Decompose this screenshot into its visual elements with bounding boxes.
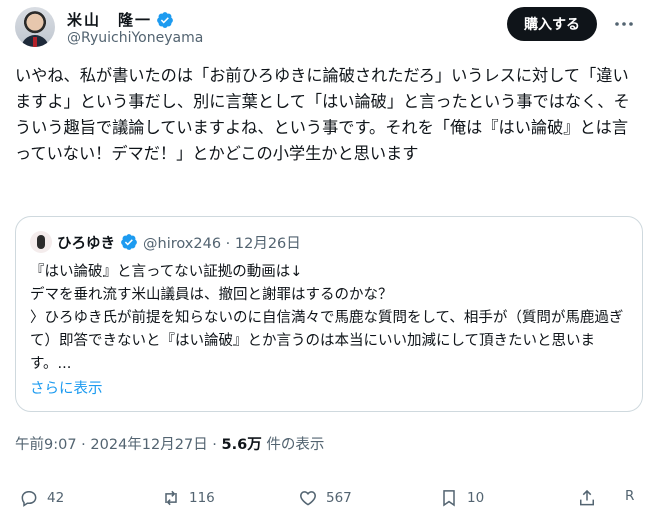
share-button[interactable]	[577, 488, 597, 508]
quoted-tweet[interactable]: ひろゆき @hirox246 · 12月26日 『はい論破』と言ってない証拠の動…	[15, 216, 643, 412]
action-bar: 42 116 567 10 R	[15, 488, 640, 516]
quote-avatar	[30, 231, 52, 253]
reply-count: 42	[47, 490, 65, 506]
quote-handle-date: @hirox246 · 12月26日	[143, 235, 301, 252]
reply-icon	[21, 491, 37, 507]
extra-action-label[interactable]: R	[625, 488, 634, 504]
show-more-link[interactable]: さらに表示	[30, 377, 103, 398]
author-handle[interactable]: @RyuichiYoneyama	[67, 30, 203, 46]
tweet-meta: 午前9:07 · 2024年12月27日 · 5.6万 件の表示	[15, 433, 324, 454]
tweet-timestamp[interactable]: 午前9:07 · 2024年12月27日	[15, 437, 208, 453]
bookmark-count: 10	[467, 490, 485, 506]
quote-author-name: ひろゆき	[57, 235, 115, 252]
tweet-header: 米山 隆一 @RyuichiYoneyama 購入する	[15, 7, 635, 51]
author-display-name[interactable]: 米山 隆一	[67, 9, 152, 30]
author-name-row: 米山 隆一	[67, 9, 174, 30]
views-count: 5.6万	[221, 437, 262, 453]
like-count: 567	[326, 490, 352, 506]
more-options-icon[interactable]	[613, 15, 635, 33]
views-label: 件の表示	[261, 437, 325, 453]
quote-header: ひろゆき @hirox246 · 12月26日	[30, 231, 301, 253]
bookmark-icon	[443, 490, 455, 507]
share-icon	[580, 489, 594, 506]
tweet-text: いやね、私が書いたのは「お前ひろゆきに論破されただろ」いうレスに対して「違います…	[15, 66, 630, 163]
verified-badge-icon	[157, 11, 173, 28]
author-avatar[interactable]	[15, 7, 55, 47]
quote-text: 『はい論破』と言ってない証拠の動画は↓ デマを垂れ流す米山議員は、撤回と謝罪はす…	[30, 264, 624, 372]
like-button[interactable]: 567	[298, 488, 352, 508]
repost-icon	[165, 490, 177, 506]
reply-button[interactable]: 42	[19, 488, 64, 508]
bookmark-button[interactable]: 10	[439, 488, 484, 508]
meta-separator: ·	[207, 437, 222, 453]
repost-count: 116	[189, 490, 215, 506]
quote-verified-badge-icon	[121, 234, 137, 250]
heart-icon	[300, 491, 316, 506]
repost-button[interactable]: 116	[161, 488, 215, 508]
buy-button[interactable]: 購入する	[507, 7, 597, 41]
